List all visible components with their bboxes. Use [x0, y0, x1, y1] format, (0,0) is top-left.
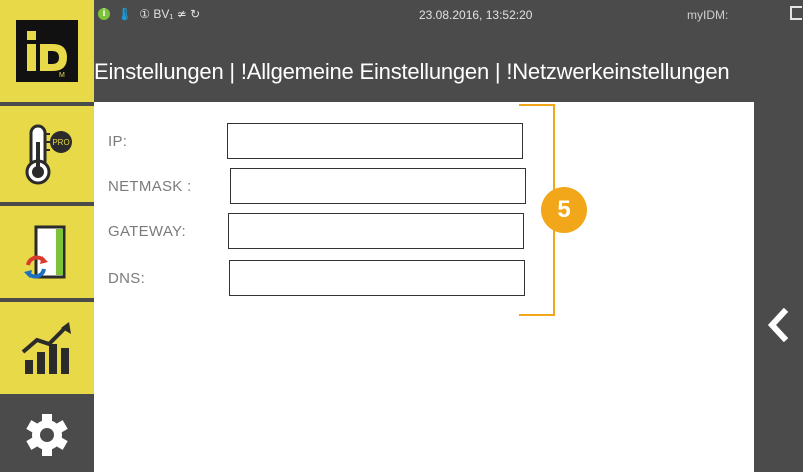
logo-sub: M — [59, 72, 65, 79]
ip-label: IP: — [108, 133, 128, 150]
callout-badge: 5 — [541, 187, 587, 233]
pro-badge: PRO — [52, 138, 69, 147]
thermometer-icon: PRO — [25, 124, 72, 185]
status-bar: i 🌡︎ ① BV₁ ≄ ↻ 23.08.2016, 13:52:20 myID… — [94, 0, 803, 30]
datetime: 23.08.2016, 13:52:20 — [419, 8, 533, 22]
sidebar: M PRO — [0, 0, 94, 472]
dns-input[interactable] — [229, 260, 525, 296]
device-label[interactable]: myIDM: — [687, 8, 728, 22]
right-panel-strip — [754, 102, 803, 472]
gear-icon — [26, 414, 68, 456]
idm-logo: M — [16, 20, 78, 82]
sidebar-item-heat-pump[interactable]: PRO — [0, 106, 94, 202]
dns-label: DNS: — [108, 270, 146, 287]
temperature-icon: 🌡︎ — [117, 7, 133, 21]
header-bar: i 🌡︎ ① BV₁ ≄ ↻ 23.08.2016, 13:52:20 myID… — [94, 0, 803, 102]
netmask-input[interactable] — [230, 168, 526, 204]
sidebar-item-energy[interactable] — [0, 206, 94, 298]
page-title: Einstellungen | !Allgemeine Einstellunge… — [94, 59, 730, 84]
ip-input[interactable] — [227, 123, 523, 159]
chevron-left-icon[interactable] — [767, 308, 789, 342]
netmask-label: NETMASK : — [108, 178, 192, 195]
window-icon[interactable] — [790, 6, 802, 20]
sidebar-item-settings[interactable] — [0, 398, 94, 472]
gateway-label: GATEWAY: — [108, 223, 186, 240]
energy-manager-icon — [24, 225, 66, 279]
status-icons: i 🌡︎ ① BV₁ ≄ ↻ — [98, 7, 200, 21]
logo-tile[interactable]: M — [0, 0, 94, 102]
chart-icon — [21, 322, 71, 374]
info-icon[interactable]: i — [98, 8, 110, 20]
status-text: ① BV₁ ≄ ↻ — [139, 7, 201, 21]
gateway-input[interactable] — [228, 213, 524, 249]
sidebar-item-statistics[interactable] — [0, 302, 94, 394]
